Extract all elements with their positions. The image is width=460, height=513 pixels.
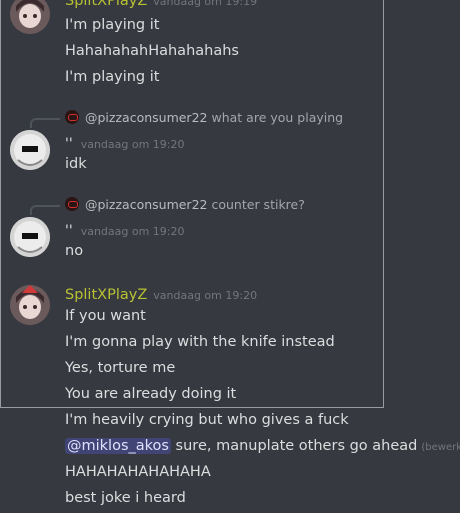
message-header: SplitXPlayZ vandaag om 19:19 bbox=[65, 0, 257, 12]
edited-label: (bewerkt) bbox=[421, 442, 460, 453]
message-header: '' vandaag om 19:20 bbox=[65, 133, 185, 155]
message-text: Yes, torture me bbox=[65, 360, 176, 376]
avatar-pizzaconsumer22[interactable] bbox=[10, 217, 50, 257]
reply-author[interactable]: @pizzaconsumer22 bbox=[85, 110, 207, 125]
reply-spine bbox=[30, 118, 60, 128]
author-name[interactable]: '' bbox=[65, 223, 73, 239]
message-text: I'm heavily crying but who gives a fuck bbox=[65, 412, 349, 428]
message-text: best joke i heard bbox=[65, 490, 186, 506]
message-text: I'm playing it bbox=[65, 69, 160, 85]
reply-reference[interactable]: @pizzaconsumer22 counter stikre? bbox=[65, 196, 305, 214]
timestamp: vandaag om 19:20 bbox=[153, 289, 258, 302]
message-text: HAHAHAHAHAHAHA bbox=[65, 464, 211, 480]
message-text: HahahahahHahahahahs bbox=[65, 43, 239, 59]
timestamp: vandaag om 19:20 bbox=[80, 138, 185, 151]
reply-snippet[interactable]: what are you playing bbox=[211, 110, 343, 125]
avatar-splitxplayz[interactable] bbox=[10, 285, 50, 325]
avatar-pizzaconsumer22[interactable] bbox=[10, 130, 50, 170]
message-text: I'm playing it bbox=[65, 17, 160, 33]
avatar-splitxplayz[interactable] bbox=[10, 0, 50, 34]
reply-spine bbox=[30, 205, 60, 215]
reply-author[interactable]: @pizzaconsumer22 bbox=[85, 197, 207, 212]
reply-reference[interactable]: @pizzaconsumer22 what are you playing bbox=[65, 109, 343, 127]
user-mention[interactable]: @miklos_akos bbox=[65, 438, 171, 454]
message-text: sure, manuplate others go ahead bbox=[170, 438, 418, 454]
message-header: '' vandaag om 19:20 bbox=[65, 220, 185, 242]
message-text: I'm gonna play with the knife instead bbox=[65, 334, 335, 350]
author-name[interactable]: SplitXPlayZ bbox=[65, 287, 147, 303]
message-header: SplitXPlayZ vandaag om 19:20 bbox=[65, 284, 257, 306]
message-text-with-mention: @miklos_akos sure, manuplate others go a… bbox=[65, 436, 460, 458]
author-name[interactable]: '' bbox=[65, 136, 73, 152]
reply-avatar-icon bbox=[65, 197, 79, 211]
author-name[interactable]: SplitXPlayZ bbox=[65, 0, 147, 9]
message-text: If you want bbox=[65, 308, 146, 324]
reply-avatar-icon bbox=[65, 110, 79, 124]
message-text: idk bbox=[65, 156, 87, 172]
timestamp: vandaag om 19:20 bbox=[80, 225, 185, 238]
timestamp: vandaag om 19:19 bbox=[153, 0, 258, 8]
message-text: You are already doing it bbox=[65, 386, 237, 402]
message-text: no bbox=[65, 243, 84, 259]
reply-snippet[interactable]: counter stikre? bbox=[211, 197, 304, 212]
